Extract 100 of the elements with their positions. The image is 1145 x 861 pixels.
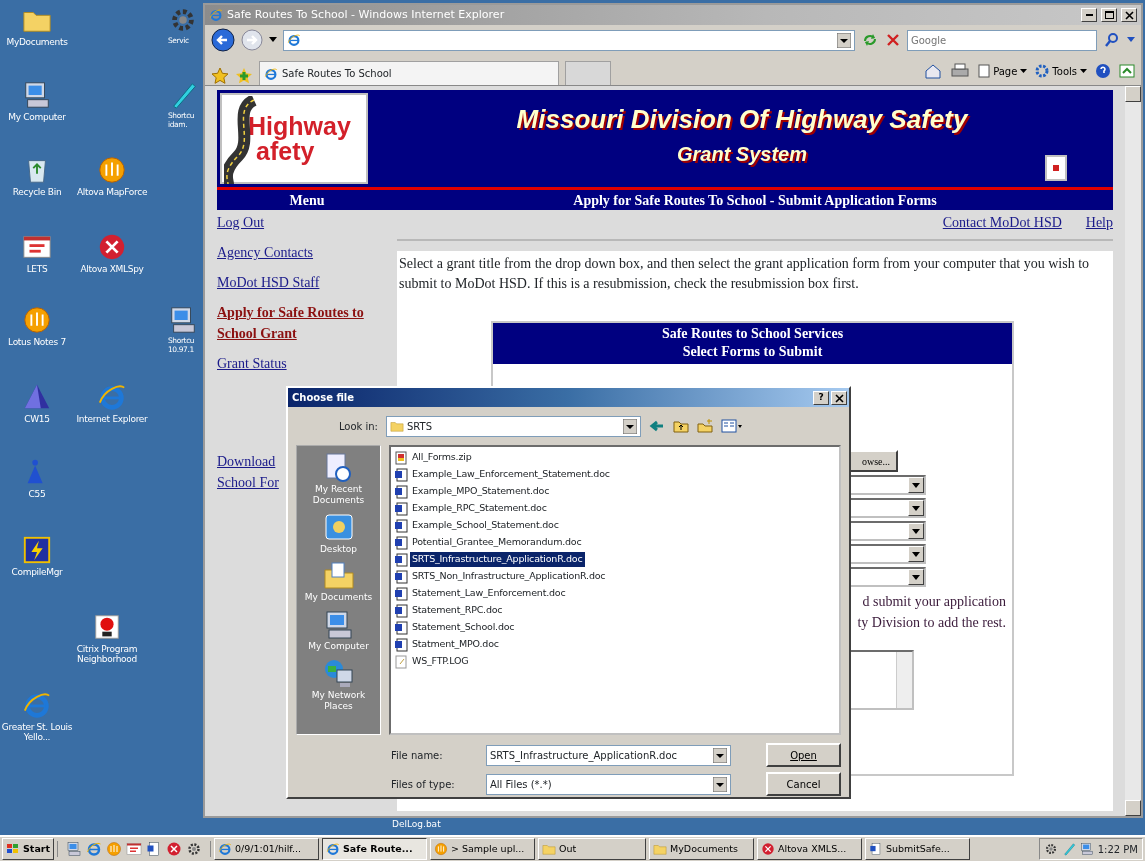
close-button[interactable] — [1121, 8, 1137, 22]
file-item[interactable]: Statment_MPO.doc — [410, 637, 501, 652]
menu-link[interactable]: Grant Status — [217, 353, 397, 374]
file-item[interactable]: Potential_Grantee_Memorandum.doc — [410, 535, 584, 550]
printer-icon[interactable] — [950, 63, 971, 79]
browser-icon — [218, 842, 232, 856]
panel-title: Safe Routes to School Services — [660, 324, 845, 343]
search-icon[interactable] — [1103, 31, 1121, 49]
cross-circle-icon — [97, 232, 127, 262]
help-icon[interactable] — [1095, 63, 1111, 79]
menu-link[interactable]: Agency Contacts — [217, 242, 397, 263]
tools-menu[interactable]: Tools — [1035, 63, 1087, 79]
cancel-button[interactable]: Cancel — [766, 772, 841, 796]
open-button[interactable]: Open — [766, 743, 841, 767]
icon-label[interactable]: Lotus Notes 7 — [8, 337, 66, 348]
back-icon[interactable] — [211, 28, 235, 52]
icon-label[interactable]: LETS — [26, 264, 48, 275]
top-link[interactable]: Contact MoDot HSD — [942, 212, 1062, 233]
taskbar-button[interactable]: SubmitSafe... — [865, 838, 970, 860]
tab[interactable]: Safe Routes To School — [259, 61, 559, 85]
close-button[interactable] — [831, 390, 847, 405]
icon-label[interactable]: Altova XMLSpy — [80, 264, 144, 275]
icon-label[interactable]: Internet Explorer — [76, 414, 148, 425]
dropdown-arrow-icon — [713, 776, 727, 792]
pen-icon — [1061, 842, 1076, 856]
places-item[interactable]: My Network Places — [299, 658, 378, 712]
minimize-button[interactable] — [1081, 8, 1097, 22]
dropdown-arrow-icon — [912, 551, 920, 557]
icon-label[interactable]: CW15 — [24, 414, 50, 425]
caret-icon[interactable] — [269, 37, 277, 43]
file-type-dropdown[interactable]: All Files (*.*) — [486, 773, 731, 795]
document-icon — [869, 842, 883, 856]
look-in-dropdown[interactable]: SRTS — [386, 415, 641, 437]
taskbar-button[interactable]: Out — [538, 838, 646, 860]
file-item[interactable]: Statement_RPC.doc — [410, 603, 505, 618]
forward-icon[interactable] — [241, 29, 263, 51]
places-item[interactable]: My Recent Documents — [299, 452, 378, 506]
taskbar-button[interactable]: Safe Route... — [322, 838, 427, 860]
home-icon[interactable] — [924, 63, 943, 79]
page-menu[interactable]: Page — [978, 63, 1028, 79]
file-item[interactable]: Example_Law_Enforcement_Statement.doc — [410, 467, 612, 482]
file-item[interactable]: Example_MPO_Statement.doc — [410, 484, 552, 499]
research-icon[interactable] — [1119, 64, 1135, 78]
places-item[interactable]: My Documents — [299, 560, 378, 604]
computer-icon — [168, 305, 198, 335]
address-field[interactable] — [283, 29, 855, 51]
taskbar-button[interactable]: 0/9/1:01/hilf... — [214, 838, 319, 860]
app-logo-icon — [97, 155, 127, 185]
dropdown-icon[interactable] — [837, 32, 851, 48]
file-item[interactable]: Statement_School.doc — [410, 620, 517, 635]
file-name-field[interactable]: SRTS_Infrastructure_ApplicationR.doc — [486, 744, 731, 766]
menu-link[interactable]: Apply for Safe Routes to School Grant — [217, 302, 387, 344]
file-item[interactable]: Statement_Law_Enforcement.doc — [410, 586, 568, 601]
dropdown-arrow-icon — [713, 747, 727, 763]
look-in-label: Look in: — [337, 419, 378, 434]
windows-logo-icon — [6, 843, 20, 855]
icon-label[interactable]: C55 — [28, 489, 46, 500]
back-arrow-icon[interactable] — [649, 419, 665, 433]
browser-icon — [209, 8, 223, 22]
menu-link[interactable]: Download School For — [217, 451, 287, 493]
maximize-button[interactable] — [1101, 8, 1117, 22]
up-folder-icon[interactable] — [673, 419, 689, 433]
close-icon — [1123, 10, 1135, 20]
new-folder-icon[interactable] — [697, 419, 713, 433]
search-field[interactable]: Google — [907, 29, 1097, 51]
help-button[interactable]: ? — [813, 390, 829, 405]
document-icon — [394, 603, 408, 618]
places-item[interactable]: Desktop — [299, 511, 378, 555]
icon-label[interactable]: Greater St. Louis Yello... — [0, 722, 74, 743]
star-icon[interactable] — [211, 67, 229, 85]
taskbar-button[interactable]: MyDocuments — [649, 838, 754, 860]
browser-icon — [22, 690, 52, 720]
stop-icon[interactable] — [885, 32, 901, 48]
icon-label[interactable]: Altova MapForce — [76, 187, 148, 198]
icon-label[interactable]: DelLog.bat — [392, 818, 441, 832]
file-item[interactable]: SRTS_Infrastructure_ApplicationR.doc — [410, 552, 585, 567]
start-button[interactable]: Start — [2, 838, 54, 860]
top-link[interactable]: Help — [1085, 212, 1113, 233]
taskbar-button[interactable]: Altova XMLS... — [757, 838, 862, 860]
cross-circle-icon — [761, 842, 775, 856]
taskbar-button[interactable]: > Sample upl... — [430, 838, 535, 860]
menu-link[interactable]: MoDot HSD Staff — [217, 272, 397, 293]
icon-label[interactable]: My Computer — [8, 112, 66, 123]
file-item[interactable]: All_Forms.zip — [410, 450, 474, 465]
file-item[interactable]: Example_School_Statement.doc — [410, 518, 561, 533]
cross-circle-icon — [166, 841, 182, 857]
icon-label[interactable]: MyDocuments — [6, 37, 68, 48]
file-item[interactable]: SRTS_Non_Infrastructure_ApplicationR.doc — [410, 569, 608, 584]
places-item[interactable]: My Computer — [299, 609, 378, 652]
icon-label[interactable]: Citrix Program Neighborhood — [70, 644, 144, 665]
icon-label[interactable]: CompileMgr — [11, 567, 63, 578]
view-menu-icon[interactable] — [721, 419, 743, 433]
note-text: ty Division to add the rest. — [857, 613, 1006, 632]
dropdown-arrow-icon — [912, 505, 920, 511]
file-item[interactable]: WS_FTP.LOG — [410, 654, 471, 669]
menu-link[interactable]: Log Out — [217, 212, 397, 233]
icon-label[interactable]: Recycle Bin — [12, 187, 62, 198]
file-item[interactable]: Example_RPC_Statement.doc — [410, 501, 549, 516]
star-add-icon[interactable] — [235, 67, 253, 85]
scrollbar[interactable] — [1125, 86, 1141, 816]
